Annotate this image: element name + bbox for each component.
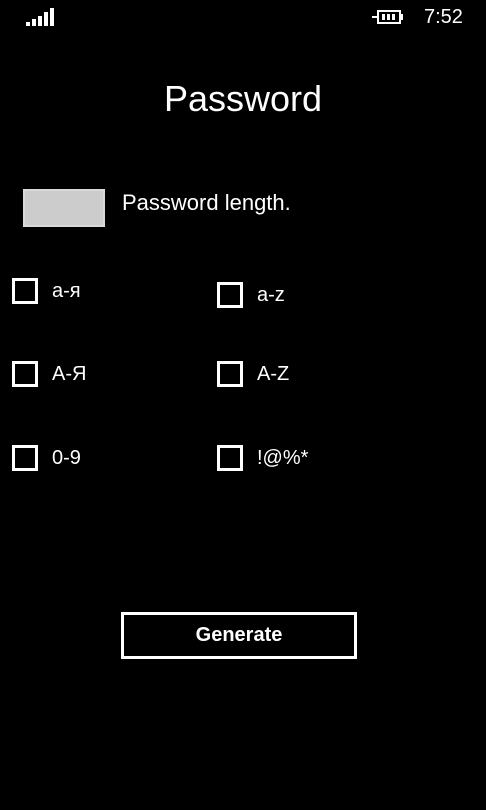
checkbox-label: !@%* — [257, 446, 309, 469]
checkbox-label: a-z — [257, 283, 285, 306]
checkbox-digits[interactable]: 0-9 — [12, 441, 81, 475]
signal-strength-icon — [26, 8, 54, 26]
checkbox-square[interactable] — [12, 445, 38, 471]
checkbox-label: A-Z — [257, 362, 290, 385]
checkbox-label: а-я — [52, 279, 81, 302]
generate-button[interactable]: Generate — [121, 612, 357, 659]
checkbox-square[interactable] — [12, 278, 38, 304]
battery-charging-icon — [372, 10, 403, 24]
checkbox-symbols[interactable]: !@%* — [217, 441, 308, 475]
status-bar: 7:52 — [0, 0, 486, 34]
checkbox-latin-uppercase[interactable]: A-Z — [217, 357, 289, 391]
checkbox-square[interactable] — [217, 282, 243, 308]
checkbox-square[interactable] — [12, 361, 38, 387]
page-title: Password — [163, 78, 323, 119]
checkbox-latin-lowercase[interactable]: a-z — [217, 278, 285, 312]
checkbox-square[interactable] — [217, 445, 243, 471]
checkbox-square[interactable] — [217, 361, 243, 387]
checkbox-label: 0-9 — [52, 446, 81, 469]
status-clock: 7:52 — [424, 6, 463, 28]
password-length-input[interactable] — [23, 189, 105, 227]
checkbox-cyrillic-uppercase[interactable]: А-Я — [12, 357, 86, 391]
checkbox-cyrillic-lowercase[interactable]: а-я — [12, 274, 81, 308]
password-length-label: Password length. — [122, 190, 291, 215]
checkbox-label: А-Я — [52, 362, 87, 385]
